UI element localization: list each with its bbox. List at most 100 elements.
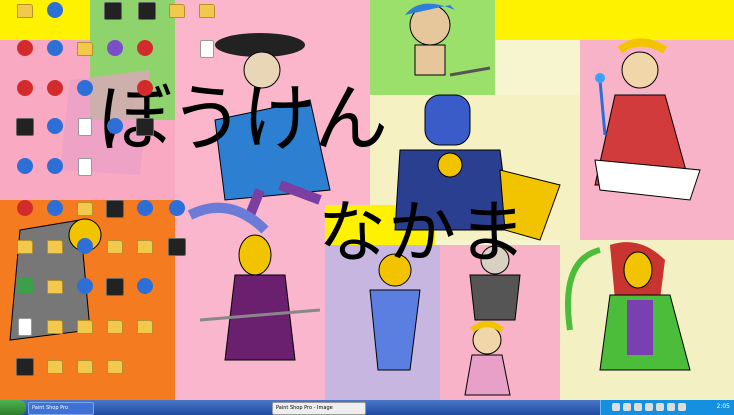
desktop-icon[interactable] xyxy=(38,80,72,97)
desktop-icon[interactable] xyxy=(68,278,102,295)
desktop-icon[interactable] xyxy=(128,318,162,335)
app-icon xyxy=(169,200,185,216)
desktop-icon[interactable] xyxy=(38,200,72,217)
desktop-icon[interactable] xyxy=(98,318,132,335)
desktop-icon[interactable] xyxy=(160,238,194,257)
desktop-icon[interactable] xyxy=(8,40,42,57)
folder-icon xyxy=(199,4,215,18)
desktop-icon[interactable] xyxy=(8,158,42,175)
folder-icon xyxy=(77,202,93,216)
desktop-icon[interactable] xyxy=(38,238,72,255)
app-icon xyxy=(78,118,92,136)
desktop-icon[interactable] xyxy=(8,358,42,377)
desktop-icon[interactable] xyxy=(98,118,132,135)
desktop-icon[interactable] xyxy=(8,80,42,97)
app-icon xyxy=(47,118,63,134)
folder-icon xyxy=(17,240,33,254)
app-icon xyxy=(137,40,153,56)
desktop-icon[interactable] xyxy=(98,200,132,219)
desktop-icon[interactable] xyxy=(8,118,42,137)
taskbar-button-image-window[interactable]: Paint Shop Pro - Image xyxy=(272,402,366,415)
app-icon xyxy=(137,200,153,216)
app-icon xyxy=(17,158,33,174)
desktop-icon[interactable] xyxy=(128,278,162,295)
folder-icon xyxy=(17,4,33,18)
desktop-icon[interactable] xyxy=(98,358,132,375)
desktop-icon[interactable] xyxy=(128,238,162,255)
app-icon xyxy=(77,80,93,96)
desktop-icon[interactable] xyxy=(38,358,72,375)
character-hair xyxy=(617,38,668,54)
desktop-icon[interactable] xyxy=(128,118,162,137)
tray-icon[interactable] xyxy=(667,403,675,411)
tray-icon[interactable] xyxy=(645,403,653,411)
app-icon xyxy=(47,158,63,174)
desktop-icon[interactable] xyxy=(38,2,72,19)
desktop-icon[interactable] xyxy=(128,200,162,217)
app-icon xyxy=(47,2,63,18)
folder-icon xyxy=(77,42,93,56)
tray-icon[interactable] xyxy=(678,403,686,411)
app-icon xyxy=(17,278,33,294)
desktop-icon[interactable] xyxy=(8,238,42,255)
desktop-icon[interactable] xyxy=(68,318,102,335)
desktop-icon[interactable] xyxy=(190,40,224,59)
desktop-icon[interactable] xyxy=(96,2,130,21)
desktop-icon[interactable] xyxy=(38,40,72,57)
app-icon xyxy=(77,238,93,254)
desktop-icon[interactable] xyxy=(68,80,102,97)
folder-icon xyxy=(169,4,185,18)
desktop-icon[interactable] xyxy=(68,200,102,217)
desktop-icon[interactable] xyxy=(38,118,72,135)
taskbar-clock[interactable]: 2:05 xyxy=(717,403,730,410)
desktop-icon[interactable] xyxy=(8,278,42,295)
desktop-icon[interactable] xyxy=(38,278,72,295)
desktop-icon[interactable] xyxy=(128,80,162,97)
tray-icon[interactable] xyxy=(634,403,642,411)
desktop-icon[interactable] xyxy=(38,318,72,335)
desktop-icon[interactable] xyxy=(68,40,102,57)
desktop-icon[interactable] xyxy=(98,238,132,255)
character-sword xyxy=(449,66,491,77)
app-icon xyxy=(106,200,124,218)
wallpaper-title-line2: なかま xyxy=(318,194,529,273)
folder-icon xyxy=(77,360,93,374)
desktop-icon[interactable] xyxy=(8,2,42,19)
desktop-icon[interactable] xyxy=(130,2,164,21)
character-staff xyxy=(565,247,601,331)
folder-icon xyxy=(137,320,153,334)
desktop-icon[interactable] xyxy=(160,2,194,19)
character-staff-orb xyxy=(595,73,605,83)
desktop-icon[interactable] xyxy=(68,358,102,375)
character-head xyxy=(621,51,659,89)
desktop-icon[interactable] xyxy=(190,2,224,19)
tray-icon[interactable] xyxy=(656,403,664,411)
app-icon xyxy=(107,118,123,134)
desktop-icon[interactable] xyxy=(8,200,42,217)
tray-icon[interactable] xyxy=(612,403,620,411)
app-icon xyxy=(104,2,122,20)
desktop-icon[interactable] xyxy=(38,158,72,175)
folder-icon xyxy=(77,320,93,334)
character-head xyxy=(238,234,272,276)
desktop-icon[interactable] xyxy=(68,118,102,137)
app-icon xyxy=(18,318,32,336)
desktop-icon[interactable] xyxy=(68,238,102,255)
character-helmet xyxy=(424,94,471,146)
folder-icon xyxy=(47,280,63,294)
desktop-icon[interactable] xyxy=(160,200,194,217)
desktop-icon[interactable] xyxy=(128,40,162,57)
start-button[interactable] xyxy=(0,400,26,415)
desktop-icon[interactable] xyxy=(98,40,132,57)
character-vest xyxy=(627,300,653,355)
desktop-icon[interactable] xyxy=(8,318,42,337)
tray-icon[interactable] xyxy=(623,403,631,411)
app-icon xyxy=(200,40,214,58)
character-head xyxy=(472,325,502,355)
folder-icon xyxy=(47,360,63,374)
desktop-icon[interactable] xyxy=(98,278,132,297)
character-emblem xyxy=(437,152,463,178)
desktop-icon[interactable] xyxy=(68,158,102,177)
app-icon xyxy=(106,278,124,296)
taskbar-button-paint-shop[interactable]: Paint Shop Pro xyxy=(28,402,94,415)
